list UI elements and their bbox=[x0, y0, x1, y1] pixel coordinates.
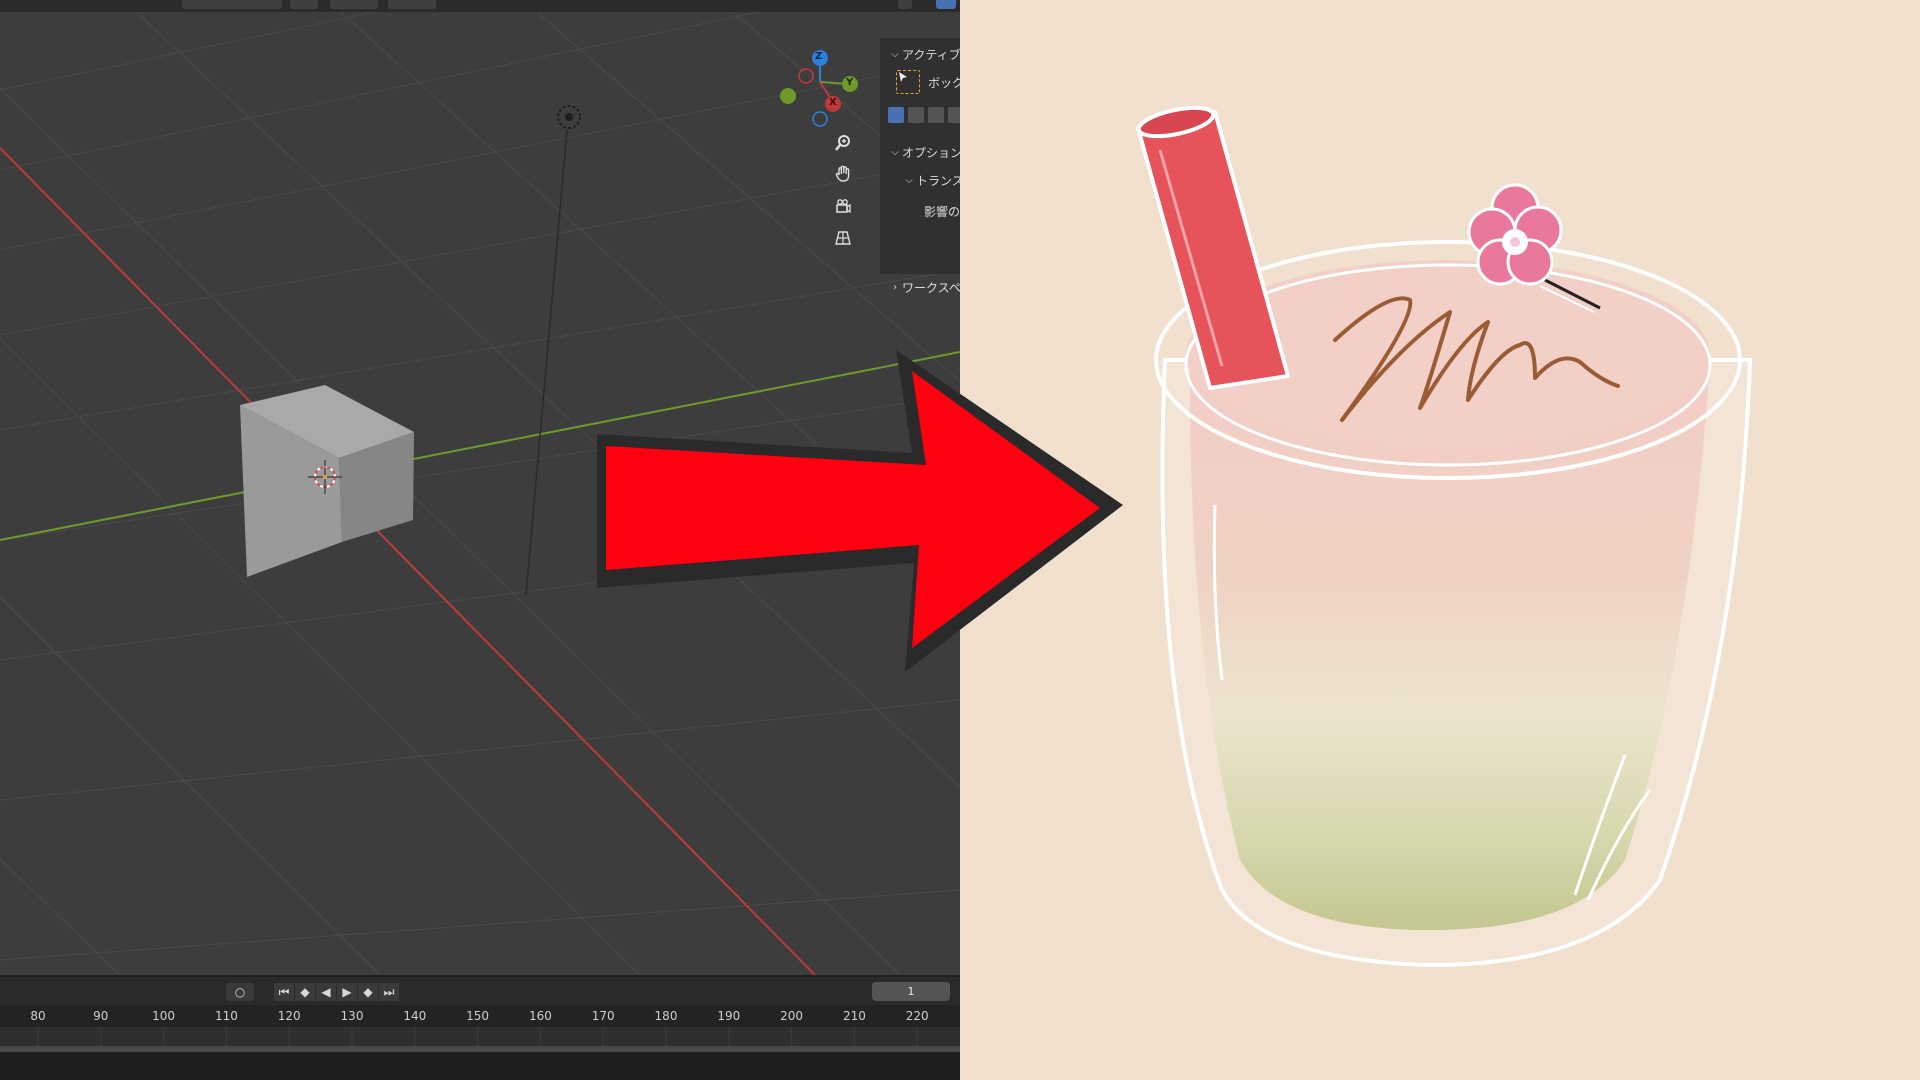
workspace-header[interactable]: › ワークスペ bbox=[888, 276, 960, 298]
select-box-icon[interactable] bbox=[896, 70, 920, 94]
status-bar bbox=[0, 1052, 960, 1080]
jump-start-button[interactable]: ⏮ bbox=[274, 983, 294, 1001]
header-dropdown[interactable] bbox=[182, 0, 282, 9]
timeline-tick-label: 80 bbox=[30, 1009, 46, 1023]
chevron-down-icon: ⌵ bbox=[891, 146, 899, 158]
current-frame-field[interactable]: 1 bbox=[872, 982, 950, 1001]
camera-view-button[interactable] bbox=[834, 197, 864, 227]
header-shading-button[interactable] bbox=[936, 0, 956, 9]
options-header[interactable]: ⌵ オプション bbox=[888, 141, 960, 163]
timeline-header: ○ ⏮ ◆ ◀ ▶ ◆ ⏭ 1 bbox=[0, 975, 960, 1005]
pan-button[interactable] bbox=[834, 165, 864, 195]
timeline-tick-label: 160 bbox=[528, 1009, 552, 1023]
camera-icon bbox=[836, 199, 851, 214]
next-keyframe-button[interactable]: ◆ bbox=[358, 983, 378, 1001]
header-overlay-button[interactable] bbox=[898, 0, 912, 9]
selection-mode-buttons bbox=[888, 107, 960, 123]
timeline-tick-label: 220 bbox=[905, 1009, 929, 1023]
timeline-grid bbox=[37, 1027, 918, 1046]
prev-keyframe-button[interactable]: ◆ bbox=[295, 983, 315, 1001]
timeline-tick-label: 140 bbox=[403, 1009, 427, 1023]
timeline-tick-label: 180 bbox=[654, 1009, 678, 1023]
timeline-tick-label: 110 bbox=[214, 1009, 238, 1023]
chevron-down-icon: ⌵ bbox=[905, 174, 913, 186]
jump-start-icon: ⏮ bbox=[278, 984, 290, 999]
record-icon: ○ bbox=[234, 985, 246, 999]
drink-illustration bbox=[960, 0, 1920, 1080]
hand-icon bbox=[835, 165, 850, 182]
zoom-button[interactable] bbox=[834, 134, 864, 164]
play-reverse-button[interactable]: ◀ bbox=[316, 983, 336, 1001]
timeline-ruler[interactable]: 80 90 100 110 120 130 140 150 160 170 180 190 200 210… bbox=[0, 1005, 960, 1027]
timeline-tick-label: 170 bbox=[591, 1009, 615, 1023]
blender-window: Z Y X ⌵ アクティブ ボック ⌵ オプション ⌵ トランス 影響の › ワ… bbox=[0, 0, 960, 1080]
timeline-tick-label: 150 bbox=[466, 1009, 490, 1023]
zoom-icon bbox=[835, 135, 850, 151]
perspective-toggle-button[interactable] bbox=[834, 229, 864, 259]
transform-header[interactable]: ⌵ トランス bbox=[902, 169, 960, 191]
timeline-tick-label: 200 bbox=[780, 1009, 804, 1023]
play-icon: ▶ bbox=[342, 985, 352, 999]
x-axis-line bbox=[0, 147, 816, 975]
header-proportional-button[interactable] bbox=[388, 0, 436, 9]
jump-end-icon: ⏭ bbox=[383, 984, 395, 999]
play-button[interactable]: ▶ bbox=[337, 983, 357, 1001]
mode-new-icon[interactable] bbox=[888, 107, 904, 123]
grid-icon bbox=[835, 231, 851, 245]
active-tool-name: ボックス bbox=[928, 75, 960, 90]
prev-keyframe-icon: ◆ bbox=[300, 985, 310, 999]
next-keyframe-icon: ◆ bbox=[363, 985, 373, 999]
affect-only-label: 影響の bbox=[924, 204, 960, 219]
viewport-header bbox=[0, 0, 960, 12]
bubble-tea-drawing bbox=[1136, 105, 1753, 968]
chevron-right-icon: › bbox=[893, 281, 897, 293]
gizmo-z-label: Z bbox=[815, 51, 823, 62]
timeline-tick-label: 100 bbox=[152, 1009, 176, 1023]
default-cube[interactable] bbox=[240, 385, 414, 577]
gizmo-y-label: Y bbox=[846, 77, 854, 88]
keying-button[interactable]: ○ bbox=[226, 983, 254, 1001]
timeline-tick-label: 90 bbox=[93, 1009, 109, 1023]
header-snap-button[interactable] bbox=[330, 0, 378, 9]
y-axis-line bbox=[0, 351, 960, 541]
timeline-tick-label: 120 bbox=[277, 1009, 301, 1023]
timeline-tick-label: 210 bbox=[842, 1009, 866, 1023]
floor-grid bbox=[0, 0, 960, 975]
play-reverse-icon: ◀ bbox=[321, 985, 331, 999]
3d-viewport[interactable]: Z Y X ⌵ アクティブ ボック ⌵ オプション ⌵ トランス 影響の › ワ… bbox=[0, 0, 960, 975]
chevron-down-icon: ⌵ bbox=[891, 48, 899, 60]
mode-subtract-icon[interactable] bbox=[928, 107, 944, 123]
timeline-track[interactable] bbox=[0, 1027, 960, 1046]
mode-invert-icon[interactable] bbox=[948, 107, 960, 123]
tool-settings-panel: ⌵ アクティブ ボックス ⌵ オプション ⌵ トランス bbox=[880, 38, 960, 295]
timeline-tick-label: 190 bbox=[717, 1009, 741, 1023]
mode-extend-icon[interactable] bbox=[908, 107, 924, 123]
header-pivot-button[interactable] bbox=[290, 0, 318, 9]
jump-end-button[interactable]: ⏭ bbox=[379, 983, 399, 1001]
gizmo-x-label: X bbox=[829, 97, 837, 108]
viewport-canvas[interactable] bbox=[0, 0, 960, 975]
timeline-tick-label: 130 bbox=[340, 1009, 364, 1023]
active-tool-header[interactable]: ⌵ アクティブ bbox=[888, 43, 960, 65]
light-icon[interactable] bbox=[525, 105, 581, 596]
